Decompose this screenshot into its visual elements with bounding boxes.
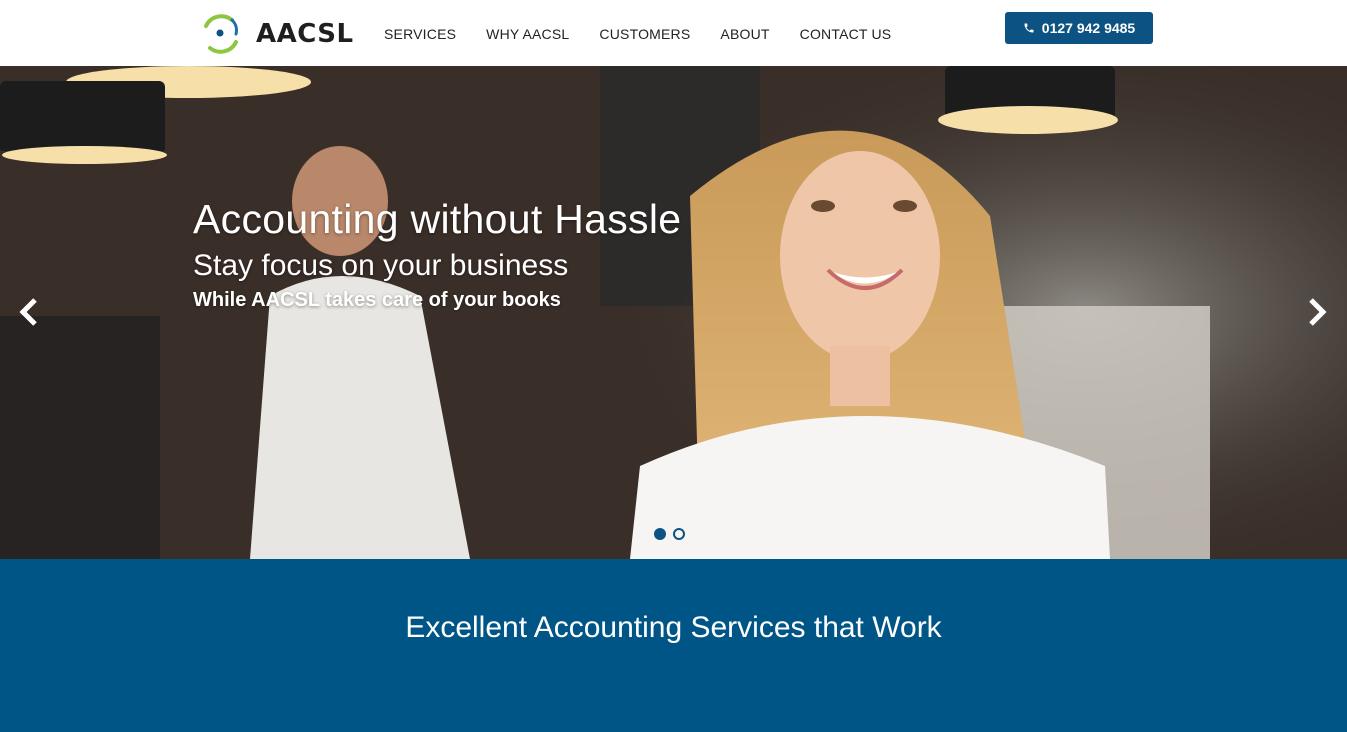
phone-number: 0127 942 9485 [1041, 20, 1136, 36]
logo-mark-icon [204, 14, 238, 54]
slider-next-button[interactable] [1304, 298, 1328, 326]
hero-caption: Accounting without Hassle Stay focus on … [193, 196, 681, 312]
hero-tagline: While AACSL takes care of your books [193, 289, 561, 311]
main-nav: SERVICES WHY AACSL CUSTOMERS ABOUT CONTA… [384, 26, 891, 42]
lamp-light [938, 106, 1118, 134]
pendant-lamp [0, 81, 165, 151]
slider-indicators [654, 528, 685, 540]
hero-subheadline: Stay focus on your business [193, 249, 569, 282]
nav-item-about[interactable]: ABOUT [720, 26, 769, 42]
hero-background-image [0, 66, 1347, 559]
chevron-left-icon [19, 298, 37, 326]
slide-dot-2[interactable] [673, 528, 685, 540]
lamp-light [2, 146, 167, 164]
nav-item-customers[interactable]: CUSTOMERS [599, 26, 690, 42]
nav-item-services[interactable]: SERVICES [384, 26, 456, 42]
brand-logo[interactable]: AACSL [198, 14, 354, 54]
slide-dot-1[interactable] [654, 528, 666, 540]
phone-button[interactable]: 0127 942 9485 [1005, 12, 1153, 44]
nav-item-why-aacsl[interactable]: WHY AACSL [486, 26, 569, 42]
phone-icon [1024, 23, 1034, 33]
chevron-right-icon [1309, 298, 1327, 326]
hero-slider: Accounting without Hassle Stay focus on … [0, 66, 1347, 559]
slider-prev-button[interactable] [18, 298, 42, 326]
brand-name: AACSL [256, 19, 354, 49]
site-header: AACSL SERVICES WHY AACSL CUSTOMERS ABOUT… [0, 0, 1347, 66]
nav-item-contact-us[interactable]: CONTACT US [800, 26, 892, 42]
section-title: Excellent Accounting Services that Work [405, 611, 942, 644]
hero-headline: Accounting without Hassle [193, 196, 682, 242]
services-intro-section: Excellent Accounting Services that Work [0, 559, 1347, 732]
